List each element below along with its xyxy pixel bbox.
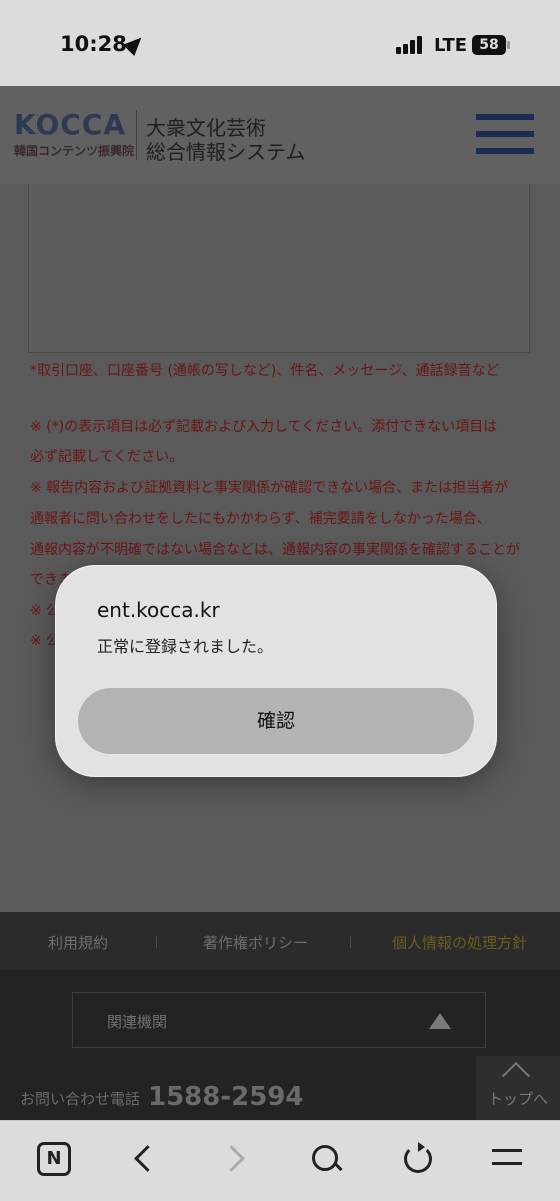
confirm-button[interactable]: 確認 <box>78 688 474 754</box>
alert-dialog: ent.kocca.kr 正常に登録されました。 確認 <box>55 565 497 777</box>
alert-message: 正常に登録されました。 <box>97 637 274 656</box>
alert-domain: ent.kocca.kr <box>97 598 220 622</box>
alert-overlay: ent.kocca.kr 正常に登録されました。 確認 <box>0 0 560 1200</box>
